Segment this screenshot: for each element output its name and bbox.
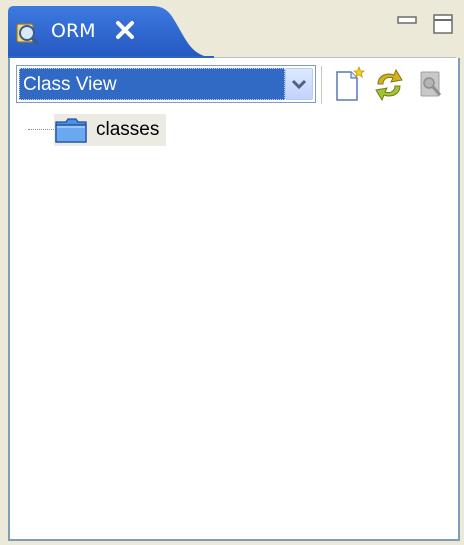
orm-view-panel: ORM Class View classes bbox=[0, 0, 464, 545]
view-mode-selected-value: Class View bbox=[19, 68, 285, 100]
tree-item-label: classes bbox=[96, 119, 160, 140]
chevron-down-icon bbox=[291, 79, 307, 90]
close-icon[interactable] bbox=[114, 19, 136, 41]
folder-icon bbox=[55, 118, 87, 143]
orm-view-icon bbox=[16, 23, 40, 45]
toolbar-separator bbox=[321, 66, 323, 104]
view-mode-select[interactable]: Class View bbox=[16, 65, 316, 103]
open-editor-icon[interactable] bbox=[414, 64, 448, 104]
tree-item-classes[interactable]: classes bbox=[10, 112, 210, 148]
minimize-icon[interactable] bbox=[397, 14, 417, 28]
view-tab-bar: ORM bbox=[0, 0, 464, 58]
dropdown-button[interactable] bbox=[285, 68, 313, 100]
maximize-icon[interactable] bbox=[432, 13, 454, 35]
view-title: ORM bbox=[51, 20, 96, 42]
tree-connector-line bbox=[28, 129, 54, 130]
view-toolbar: Class View bbox=[8, 58, 460, 112]
new-file-icon[interactable] bbox=[332, 64, 366, 104]
refresh-icon[interactable] bbox=[372, 64, 406, 104]
class-tree[interactable]: classes bbox=[8, 112, 460, 541]
